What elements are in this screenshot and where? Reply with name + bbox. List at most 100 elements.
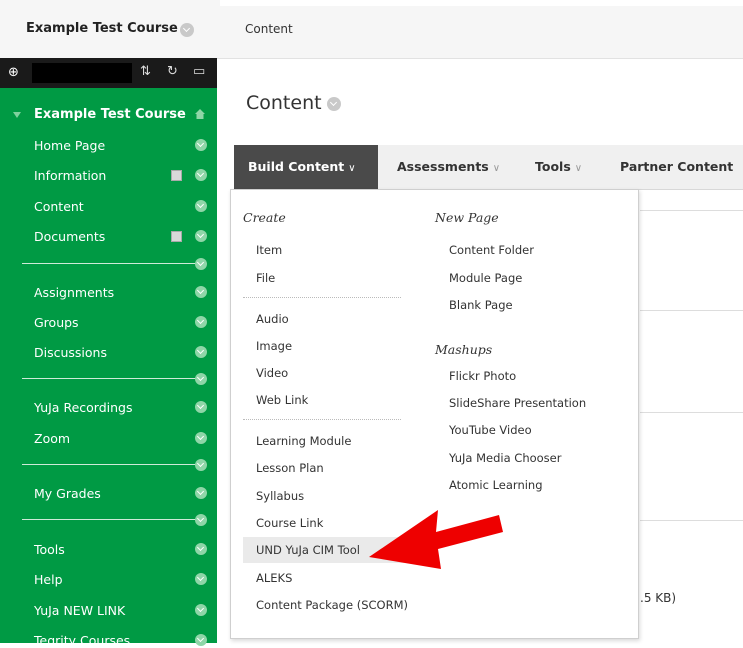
sidebar-item-yuja-new-link[interactable]: YuJa NEW LINK	[34, 603, 125, 618]
red-arrow-annotation	[369, 510, 503, 569]
chevron-down-icon[interactable]	[195, 514, 207, 526]
menu-item-learning-module[interactable]: Learning Module	[256, 434, 351, 448]
chevron-down-icon[interactable]	[195, 543, 207, 555]
action-bar: Build Content ∨ Assessments ∨ Tools ∨ Partn…	[234, 145, 743, 218]
chevron-down-icon: ∨	[348, 163, 356, 174]
menu-item-lesson-plan[interactable]: Lesson Plan	[256, 461, 324, 475]
chevron-down-icon[interactable]	[195, 604, 207, 616]
menu-item-file[interactable]: File	[256, 271, 275, 285]
divider	[22, 378, 200, 379]
sort-icon[interactable]: ⇅	[140, 64, 151, 79]
menu-item-youtube-video[interactable]: YouTube Video	[449, 423, 532, 437]
menu-item-content-package[interactable]: Content Package (SCORM)	[256, 598, 408, 612]
chevron-down-icon[interactable]	[195, 316, 207, 328]
chevron-down-icon[interactable]	[195, 139, 207, 151]
assessments-label: Assessments	[397, 159, 489, 174]
menu-item-flickr-photo[interactable]: Flickr Photo	[449, 369, 516, 383]
folder-icon[interactable]: ▭	[193, 64, 205, 79]
build-content-button[interactable]: Build Content ∨	[234, 145, 378, 189]
sidebar-item-information[interactable]: Information	[34, 168, 106, 183]
tools-label: Tools	[535, 159, 571, 174]
chevron-down-icon[interactable]	[195, 573, 207, 585]
chevron-down-icon[interactable]	[195, 432, 207, 444]
menu-item-video[interactable]: Video	[256, 366, 288, 380]
menu-item-yuja-media-chooser[interactable]: YuJa Media Chooser	[449, 451, 561, 465]
divider	[243, 297, 401, 298]
course-menu[interactable]: Example Test Course	[0, 0, 220, 58]
chevron-down-icon[interactable]	[195, 200, 207, 212]
menu-item-item[interactable]: Item	[256, 243, 282, 257]
chevron-down-icon[interactable]	[195, 286, 207, 298]
tools-button[interactable]: Tools ∨	[535, 145, 582, 189]
divider	[640, 412, 743, 413]
sidebar-item-zoom[interactable]: Zoom	[34, 431, 70, 446]
menu-item-web-link[interactable]: Web Link	[256, 393, 308, 407]
chevron-down-icon[interactable]	[180, 23, 194, 37]
page-title: Content	[246, 92, 341, 114]
partner-content-button[interactable]: Partner Content∨	[620, 145, 743, 218]
chevron-down-icon[interactable]	[195, 634, 207, 646]
sidebar-course-title[interactable]: Example Test Course	[34, 107, 186, 122]
sidebar-item-yuja-recordings[interactable]: YuJa Recordings	[34, 400, 132, 415]
chevron-down-icon[interactable]	[195, 401, 207, 413]
top-bar: Example Test Course Content	[0, 0, 743, 59]
sidebar-item-tegrity-courses[interactable]: Tegrity Courses	[34, 633, 130, 648]
menu-item-audio[interactable]: Audio	[256, 312, 289, 326]
mashups-heading: Mashups	[435, 342, 493, 357]
page-title-text: Content	[246, 92, 322, 114]
sidebar-item-tools[interactable]: Tools	[34, 542, 65, 557]
menu-item-course-link[interactable]: Course Link	[256, 516, 323, 530]
refresh-icon[interactable]: ↻	[167, 64, 178, 79]
chevron-down-icon[interactable]	[195, 230, 207, 242]
chevron-down-icon: ∨	[574, 163, 583, 174]
sidebar-item-home-page[interactable]: Home Page	[34, 138, 105, 153]
chevron-down-icon[interactable]	[195, 487, 207, 499]
chevron-down-icon[interactable]	[195, 373, 207, 385]
course-menu-sidebar: ⊕ ⇅ ↻ ▭ Example Test Course Home Page In…	[0, 58, 217, 648]
sidebar-item-help[interactable]: Help	[34, 572, 63, 587]
sidebar-item-my-grades[interactable]: My Grades	[34, 486, 101, 501]
divider	[22, 263, 200, 264]
file-size-text: .5 KB)	[640, 591, 677, 605]
menu-item-und-yuja-cim-tool[interactable]: UND YuJa CIM Tool	[256, 543, 360, 557]
menu-item-image[interactable]: Image	[256, 339, 292, 353]
home-icon	[195, 109, 205, 119]
collapse-triangle-icon[interactable]	[13, 112, 21, 118]
chevron-down-icon[interactable]	[195, 169, 207, 181]
top-strip	[220, 0, 743, 6]
divider	[640, 310, 743, 311]
chevron-down-icon: ∨	[492, 163, 501, 174]
divider	[640, 210, 743, 211]
grid-icon	[171, 170, 182, 181]
menu-item-syllabus[interactable]: Syllabus	[256, 489, 304, 503]
sidebar-search-box[interactable]	[32, 63, 132, 83]
menu-item-module-page[interactable]: Module Page	[449, 271, 522, 285]
grid-icon	[171, 231, 182, 242]
sidebar-toolbar: ⊕ ⇅ ↻ ▭	[0, 58, 217, 88]
create-heading: Create	[243, 210, 286, 225]
sidebar-item-content[interactable]: Content	[34, 199, 84, 214]
menu-item-blank-page[interactable]: Blank Page	[449, 298, 513, 312]
chevron-down-icon[interactable]	[195, 258, 207, 270]
menu-item-slideshare-presentation[interactable]: SlideShare Presentation	[449, 396, 586, 410]
build-content-label: Build Content	[248, 159, 345, 174]
divider	[243, 419, 401, 420]
sidebar-item-discussions[interactable]: Discussions	[34, 345, 107, 360]
chevron-down-icon[interactable]	[195, 346, 207, 358]
divider	[22, 519, 200, 520]
sidebar-item-groups[interactable]: Groups	[34, 315, 79, 330]
breadcrumb: Content	[245, 22, 293, 36]
chevron-down-icon[interactable]	[195, 459, 207, 471]
assessments-button[interactable]: Assessments ∨	[397, 145, 500, 189]
menu-item-content-folder[interactable]: Content Folder	[449, 243, 534, 257]
divider	[22, 464, 200, 465]
divider	[640, 520, 743, 521]
sidebar-item-assignments[interactable]: Assignments	[34, 285, 114, 300]
add-icon[interactable]: ⊕	[8, 65, 19, 80]
partner-content-label: Partner Content	[620, 159, 734, 174]
chevron-down-icon[interactable]	[326, 97, 341, 111]
menu-item-aleks[interactable]: ALEKS	[256, 571, 292, 585]
sidebar-item-documents[interactable]: Documents	[34, 229, 105, 244]
new-page-heading: New Page	[435, 210, 499, 225]
course-title[interactable]: Example Test Course	[26, 21, 178, 36]
